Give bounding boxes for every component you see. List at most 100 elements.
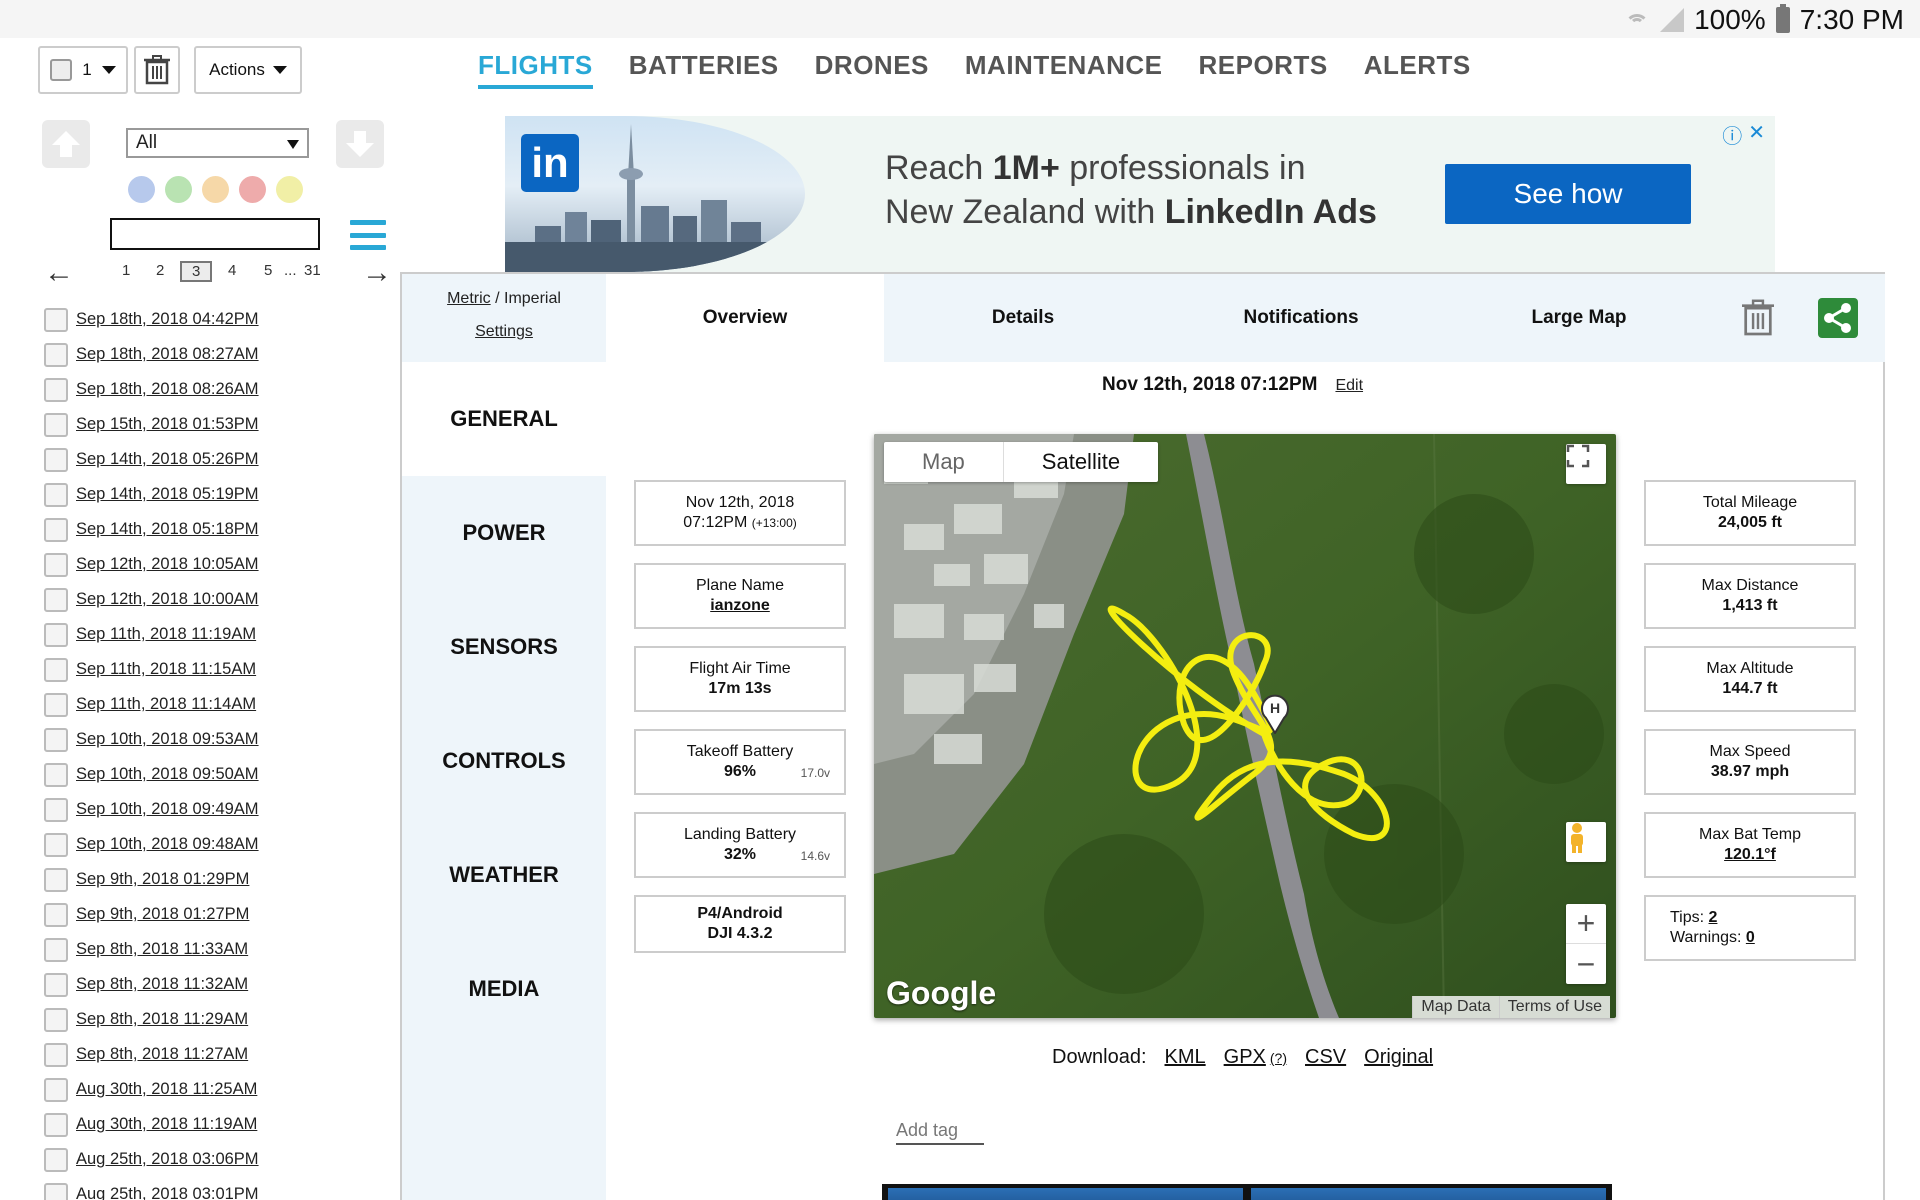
flight-link[interactable]: Sep 15th, 2018 01:53PM xyxy=(76,415,259,434)
flight-checkbox[interactable] xyxy=(44,762,68,787)
nav-drones[interactable]: DRONES xyxy=(815,50,929,89)
flight-link[interactable]: Aug 30th, 2018 11:25AM xyxy=(76,1080,257,1099)
nav-reports[interactable]: REPORTS xyxy=(1199,50,1328,89)
color-filter-dot[interactable] xyxy=(239,176,266,203)
page-link[interactable]: 1 xyxy=(122,262,130,279)
section-media[interactable]: MEDIA xyxy=(402,932,606,1046)
next-page-arrow[interactable]: → xyxy=(362,256,392,290)
media-thumbnail[interactable] xyxy=(888,1188,1243,1200)
section-general[interactable]: GENERAL xyxy=(402,362,606,476)
settings-link[interactable]: Settings xyxy=(475,323,533,340)
flight-checkbox[interactable] xyxy=(44,657,68,682)
flight-link[interactable]: Sep 10th, 2018 09:50AM xyxy=(76,765,259,784)
flight-checkbox[interactable] xyxy=(44,1147,68,1172)
color-filter-dot[interactable] xyxy=(276,176,303,203)
flight-checkbox[interactable] xyxy=(44,797,68,822)
flight-link[interactable]: Sep 10th, 2018 09:48AM xyxy=(76,835,259,854)
color-filter-dot[interactable] xyxy=(128,176,155,203)
page-link[interactable]: 2 xyxy=(156,262,164,279)
nav-maintenance[interactable]: MAINTENANCE xyxy=(965,50,1163,89)
flight-checkbox[interactable] xyxy=(44,867,68,892)
section-sensors[interactable]: SENSORS xyxy=(402,590,606,704)
download-kml-link[interactable]: KML xyxy=(1165,1046,1206,1069)
flight-checkbox[interactable] xyxy=(44,692,68,717)
plane-name-link[interactable]: ianzone xyxy=(710,596,770,616)
delete-flight-button[interactable] xyxy=(1718,274,1798,362)
nav-flights[interactable]: FLIGHTS xyxy=(478,50,593,89)
nav-batteries[interactable]: BATTERIES xyxy=(629,50,779,89)
move-up-button[interactable] xyxy=(42,120,90,168)
flight-checkbox[interactable] xyxy=(44,937,68,962)
flight-link[interactable]: Sep 18th, 2018 08:27AM xyxy=(76,345,259,364)
flight-link[interactable]: Sep 9th, 2018 01:29PM xyxy=(76,870,249,889)
warnings-link[interactable]: 0 xyxy=(1746,929,1755,946)
flight-checkbox[interactable] xyxy=(44,587,68,612)
color-filter-dot[interactable] xyxy=(165,176,192,203)
flight-checkbox[interactable] xyxy=(44,1007,68,1032)
flight-link[interactable]: Sep 18th, 2018 08:26AM xyxy=(76,380,259,399)
flight-link[interactable]: Sep 8th, 2018 11:32AM xyxy=(76,975,248,994)
metric-link[interactable]: Metric xyxy=(447,290,491,307)
flight-link[interactable]: Sep 11th, 2018 11:19AM xyxy=(76,625,256,644)
flight-link[interactable]: Sep 14th, 2018 05:26PM xyxy=(76,450,259,469)
zoom-in-button[interactable]: + xyxy=(1566,904,1606,944)
flight-link[interactable]: Sep 8th, 2018 11:33AM xyxy=(76,940,248,959)
tab-notifications[interactable]: Notifications xyxy=(1162,274,1440,362)
select-all-checkbox[interactable] xyxy=(50,59,73,81)
flight-link[interactable]: Sep 9th, 2018 01:27PM xyxy=(76,905,249,924)
menu-icon[interactable] xyxy=(350,220,386,250)
section-controls[interactable]: CONTROLS xyxy=(402,704,606,818)
flight-link[interactable]: Sep 10th, 2018 09:53AM xyxy=(76,730,259,749)
flight-checkbox[interactable] xyxy=(44,517,68,542)
flight-link[interactable]: Sep 14th, 2018 05:19PM xyxy=(76,485,259,504)
flight-link[interactable]: Sep 8th, 2018 11:29AM xyxy=(76,1010,248,1029)
flight-checkbox[interactable] xyxy=(44,377,68,402)
flight-link[interactable]: Sep 14th, 2018 05:18PM xyxy=(76,520,259,539)
flight-checkbox[interactable] xyxy=(44,1042,68,1067)
flight-checkbox[interactable] xyxy=(44,1077,68,1102)
page-link[interactable]: 5 xyxy=(264,262,272,279)
flight-link[interactable]: Aug 30th, 2018 11:19AM xyxy=(76,1115,257,1134)
flight-checkbox[interactable] xyxy=(44,307,68,332)
media-thumbnail[interactable] xyxy=(1251,1188,1606,1200)
actions-dropdown[interactable]: Actions xyxy=(194,46,302,94)
share-button[interactable] xyxy=(1798,274,1878,362)
tips-link[interactable]: 2 xyxy=(1709,909,1718,926)
imperial-label[interactable]: / Imperial xyxy=(491,290,561,307)
delete-selected-button[interactable] xyxy=(134,46,180,94)
page-current[interactable]: 3 xyxy=(180,261,213,282)
flight-checkbox[interactable] xyxy=(44,1182,68,1200)
street-view-button[interactable] xyxy=(1566,822,1606,862)
flight-filter-select[interactable]: All xyxy=(126,128,309,158)
flight-checkbox[interactable] xyxy=(44,1112,68,1137)
ad-cta-button[interactable]: See how xyxy=(1445,164,1691,224)
flight-checkbox[interactable] xyxy=(44,832,68,857)
tab-overview[interactable]: Overview xyxy=(606,274,884,362)
tab-details[interactable]: Details xyxy=(884,274,1162,362)
map-data-link[interactable]: Map Data xyxy=(1412,996,1499,1018)
flight-checkbox[interactable] xyxy=(44,412,68,437)
flight-link[interactable]: Sep 11th, 2018 11:15AM xyxy=(76,660,256,679)
flight-checkbox[interactable] xyxy=(44,482,68,507)
flight-checkbox[interactable] xyxy=(44,622,68,647)
flight-link[interactable]: Sep 11th, 2018 11:14AM xyxy=(76,695,256,714)
fullscreen-button[interactable] xyxy=(1566,444,1606,484)
flight-link[interactable]: Sep 10th, 2018 09:49AM xyxy=(76,800,259,819)
ad-banner[interactable]: in Reach 1M+ professionals in New Zealan… xyxy=(505,116,1775,272)
prev-page-arrow[interactable]: ← xyxy=(44,256,74,290)
tab-large-map[interactable]: Large Map xyxy=(1440,274,1718,362)
download-csv-link[interactable]: CSV xyxy=(1305,1046,1346,1069)
flight-link[interactable]: Sep 12th, 2018 10:00AM xyxy=(76,590,259,609)
move-down-button[interactable] xyxy=(336,120,384,168)
section-power[interactable]: POWER xyxy=(402,476,606,590)
map-type-satellite[interactable]: Satellite xyxy=(1002,442,1158,482)
select-count-button[interactable]: 1 xyxy=(38,46,128,94)
flight-checkbox[interactable] xyxy=(44,972,68,997)
nav-alerts[interactable]: ALERTS xyxy=(1364,50,1471,89)
page-link[interactable]: 4 xyxy=(228,262,236,279)
flight-link[interactable]: Sep 8th, 2018 11:27AM xyxy=(76,1045,248,1064)
color-filter-dot[interactable] xyxy=(202,176,229,203)
add-tag-input[interactable]: Add tag xyxy=(896,1120,984,1145)
flight-search-input[interactable] xyxy=(110,218,320,250)
page-link[interactable]: 31 xyxy=(304,262,321,279)
